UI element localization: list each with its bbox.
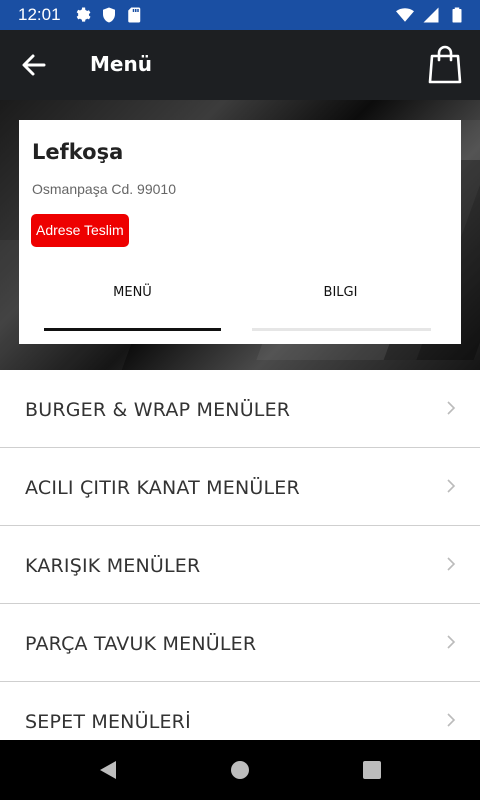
list-item-label: PARÇA TAVUK MENÜLER — [25, 633, 257, 655]
sd-card-icon — [128, 7, 141, 23]
chevron-right-icon — [447, 401, 456, 415]
signal-icon — [423, 7, 439, 23]
status-icons-left — [74, 6, 144, 24]
status-bar: 12:01 — [0, 0, 480, 30]
list-item-label: SEPET MENÜLERİ — [25, 711, 191, 733]
back-triangle-icon[interactable] — [96, 758, 120, 782]
list-item[interactable]: KARIŞIK MENÜLER — [0, 526, 480, 604]
restaurant-address: Osmanpaşa Cd. 99010 — [32, 181, 176, 197]
home-circle-icon[interactable] — [228, 758, 252, 782]
list-item[interactable]: ACILI ÇITIR KANAT MENÜLER — [0, 448, 480, 526]
chevron-right-icon — [447, 713, 456, 727]
page-title: Menü — [90, 52, 152, 76]
tab-menu-label: MENÜ — [113, 285, 152, 300]
status-time: 12:01 — [18, 5, 61, 24]
tab-indicator-active — [44, 328, 221, 331]
tab-indicator-inactive — [252, 328, 431, 331]
status-icons-right — [396, 6, 466, 24]
shopping-bag-icon[interactable] — [428, 44, 462, 84]
list-item-label: ACILI ÇITIR KANAT MENÜLER — [25, 477, 300, 499]
battery-icon — [452, 7, 462, 23]
list-item-label: KARIŞIK MENÜLER — [25, 555, 201, 577]
list-item[interactable]: BURGER & WRAP MENÜLER — [0, 370, 480, 448]
chevron-right-icon — [447, 635, 456, 649]
wifi-icon — [396, 8, 414, 22]
tab-menu[interactable]: MENÜ — [44, 270, 221, 332]
list-item-label: BURGER & WRAP MENÜLER — [25, 399, 291, 421]
tab-bilgi-label: BILGI — [323, 285, 358, 300]
restaurant-name: Lefkoşa — [32, 140, 124, 164]
system-nav-bar — [0, 740, 480, 800]
chevron-right-icon — [447, 479, 456, 493]
menu-category-list: BURGER & WRAP MENÜLER ACILI ÇITIR KANAT … — [0, 370, 480, 760]
restaurant-card: Lefkoşa Osmanpaşa Cd. 99010 Adrese Tesli… — [19, 120, 461, 344]
app-bar: Menü — [0, 30, 480, 100]
gear-icon — [76, 7, 91, 22]
back-arrow-icon[interactable] — [18, 50, 50, 80]
tab-bilgi[interactable]: BILGI — [252, 270, 429, 332]
list-item[interactable]: PARÇA TAVUK MENÜLER — [0, 604, 480, 682]
chevron-right-icon — [447, 557, 456, 571]
delivery-badge: Adrese Teslim — [31, 214, 129, 247]
recents-square-icon[interactable] — [360, 758, 384, 782]
shield-icon — [103, 7, 115, 23]
